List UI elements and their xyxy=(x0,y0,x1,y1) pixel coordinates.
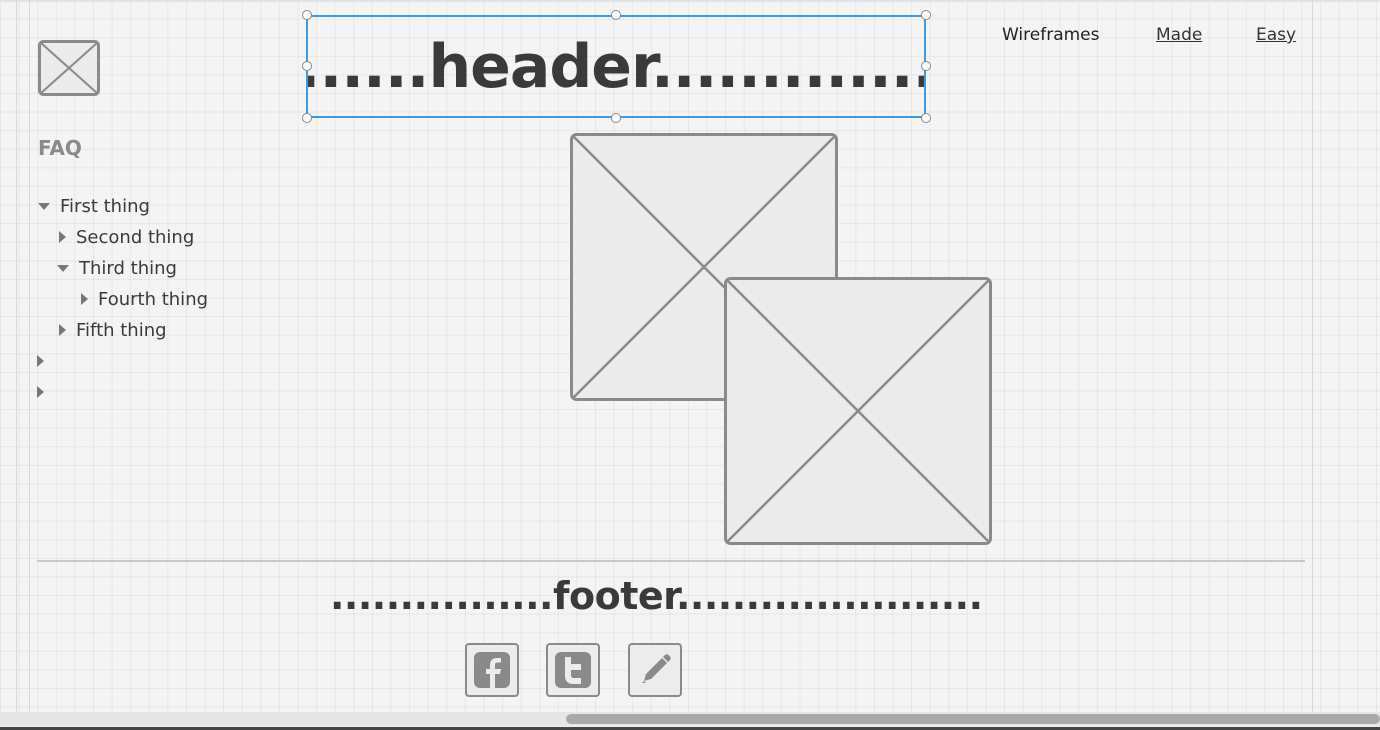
resize-handle-top-center[interactable] xyxy=(611,10,621,20)
resize-handle-bottom-center[interactable] xyxy=(611,113,621,123)
tree-item-label: Third thing xyxy=(79,257,177,279)
twitter-button[interactable] xyxy=(546,643,600,697)
left-edge xyxy=(16,0,17,714)
facebook-button[interactable] xyxy=(465,643,519,697)
caret-right-icon[interactable] xyxy=(81,293,88,305)
sidebar-title: FAQ xyxy=(38,136,82,160)
tree-item-first[interactable]: First thing xyxy=(38,195,150,217)
tree-item-third[interactable]: Third thing xyxy=(57,257,177,279)
caret-down-icon[interactable] xyxy=(57,264,69,272)
resize-handle-middle-right[interactable] xyxy=(921,61,931,71)
resize-handle-middle-left[interactable] xyxy=(302,61,312,71)
caret-right-icon[interactable] xyxy=(59,231,66,243)
tree-item-fifth[interactable]: Fifth thing xyxy=(59,319,167,341)
edit-button[interactable] xyxy=(628,643,682,697)
footer-divider xyxy=(37,560,1305,562)
resize-handle-bottom-left[interactable] xyxy=(302,113,312,123)
footer-title[interactable]: ................footer..................… xyxy=(330,574,983,618)
left-margin-guide xyxy=(29,0,30,714)
tree-item-label: Fourth thing xyxy=(98,288,209,310)
twitter-icon xyxy=(555,652,591,688)
pencil-icon xyxy=(642,654,671,683)
top-edge xyxy=(0,0,1380,2)
nav-link-made[interactable]: Made xyxy=(1156,25,1202,45)
header-title[interactable]: ........header............... xyxy=(308,37,924,97)
tree-item-label: Fifth thing xyxy=(76,319,167,341)
tree-item-empty-2[interactable] xyxy=(37,381,54,403)
facebook-icon xyxy=(474,652,510,688)
caret-down-icon[interactable] xyxy=(38,202,50,210)
logo-image-placeholder[interactable] xyxy=(38,40,100,96)
tree-item-empty-1[interactable] xyxy=(37,350,54,372)
tree-item-label: Second thing xyxy=(76,226,195,248)
tree-item-label: First thing xyxy=(60,195,150,217)
tree-item-second[interactable]: Second thing xyxy=(59,226,194,248)
tree-item-fourth[interactable]: Fourth thing xyxy=(81,288,208,310)
right-margin-guide xyxy=(1312,0,1313,714)
resize-handle-top-right[interactable] xyxy=(921,10,931,20)
image-placeholder-front[interactable] xyxy=(724,277,992,545)
resize-handle-bottom-right[interactable] xyxy=(921,113,931,123)
nav-link-easy[interactable]: Easy xyxy=(1256,25,1296,45)
resize-handle-top-left[interactable] xyxy=(302,10,312,20)
header-selection-box[interactable]: ........header............... xyxy=(306,15,926,118)
horizontal-scrollbar-thumb[interactable] xyxy=(566,714,1380,724)
nav-item-wireframes[interactable]: Wireframes xyxy=(1002,25,1100,45)
caret-right-icon[interactable] xyxy=(37,355,44,367)
caret-right-icon[interactable] xyxy=(37,386,44,398)
caret-right-icon[interactable] xyxy=(59,324,66,336)
